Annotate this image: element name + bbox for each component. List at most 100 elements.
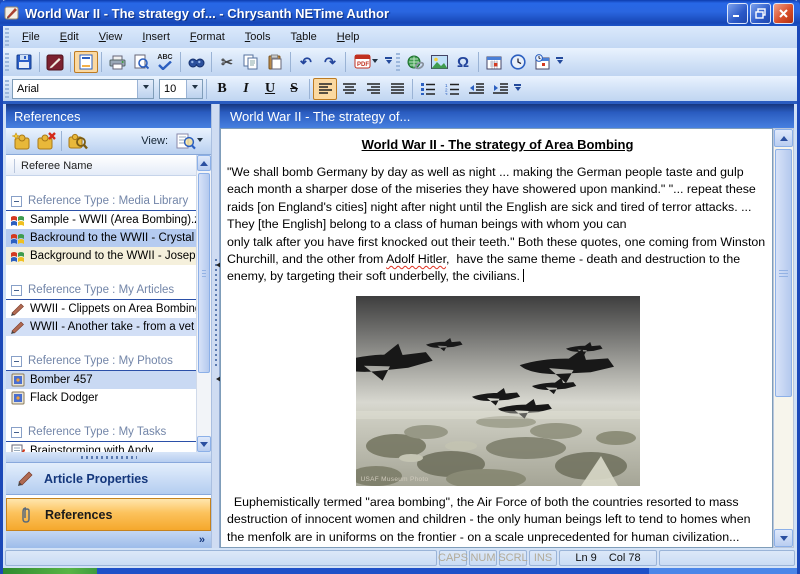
ins-indicator: INS: [529, 550, 557, 566]
delete-reference-button[interactable]: [34, 130, 58, 152]
paperclip-icon: [17, 506, 35, 524]
group-media-library[interactable]: Reference Type : Media Library: [6, 192, 196, 211]
toolbar-overflow-button[interactable]: [383, 51, 394, 73]
scrollbar-thumb[interactable]: [775, 149, 792, 397]
copy-button[interactable]: [239, 51, 263, 73]
decrease-indent-button[interactable]: [464, 78, 488, 100]
toolbar-overflow-button-2[interactable]: [554, 51, 565, 73]
reference-item[interactable]: WWII - Clippets on Area Bombing: [6, 300, 196, 318]
insert-symbol-button[interactable]: Ω: [451, 51, 475, 73]
insert-image-button[interactable]: [427, 51, 451, 73]
reference-item[interactable]: WWII - Another take - from a vet: [6, 318, 196, 336]
reference-item[interactable]: Brainstorming with Andy: [6, 442, 196, 452]
scrollbar-thumb[interactable]: [198, 173, 210, 373]
bullet-list-button[interactable]: [416, 78, 440, 100]
sidebar-splitter[interactable]: [6, 452, 211, 462]
bold-button[interactable]: B: [210, 78, 234, 100]
scroll-up-button[interactable]: [197, 155, 211, 171]
format-overflow-button[interactable]: [512, 78, 523, 100]
menu-help[interactable]: Help: [327, 29, 370, 45]
menu-view[interactable]: View: [89, 29, 133, 45]
undo-button[interactable]: ↶: [294, 51, 318, 73]
paste-button[interactable]: [263, 51, 287, 73]
bomber-photo[interactable]: USAF Museum Photo: [356, 296, 640, 486]
references-panel-button[interactable]: References: [6, 498, 211, 531]
spellcheck-button[interactable]: ABC: [153, 51, 177, 73]
scroll-down-button[interactable]: [197, 436, 211, 452]
reference-item[interactable]: Sample - WWII (Area Bombing).zip: [6, 211, 196, 229]
save-button[interactable]: [12, 51, 36, 73]
strikethrough-button[interactable]: S: [282, 78, 306, 100]
reference-item[interactable]: Flack Dodger: [6, 389, 196, 407]
font-size-dropdown[interactable]: [186, 80, 202, 98]
cut-button[interactable]: ✂: [215, 51, 239, 73]
align-right-button[interactable]: [361, 78, 385, 100]
numbered-list-button[interactable]: 123: [440, 78, 464, 100]
menu-table[interactable]: Table: [280, 29, 326, 45]
view-dropdown-caret: [197, 138, 203, 145]
toolbar-grip[interactable]: [5, 53, 9, 71]
menubar-grip[interactable]: [5, 28, 9, 46]
article-properties-panel-button[interactable]: Article Properties: [6, 462, 211, 495]
chevron-overflow-icon[interactable]: »: [199, 534, 205, 546]
increase-indent-button[interactable]: [488, 78, 512, 100]
menu-bar: File Edit View Insert Format Tools Table…: [3, 26, 797, 48]
insert-date-button[interactable]: [482, 51, 506, 73]
underline-button[interactable]: U: [258, 78, 282, 100]
document-editor[interactable]: World War II - The strategy of Area Bomb…: [220, 128, 773, 548]
reference-item[interactable]: Bomber 457: [6, 371, 196, 389]
menu-tools[interactable]: Tools: [235, 29, 281, 45]
font-size-value: 10: [160, 83, 186, 95]
align-justify-button[interactable]: [385, 78, 409, 100]
menu-file[interactable]: File: [12, 29, 50, 45]
toolbar-grip-2[interactable]: [396, 53, 400, 71]
app-icon: [4, 5, 20, 21]
font-name-combo[interactable]: Arial: [12, 79, 154, 99]
start-button-edge[interactable]: [3, 568, 97, 574]
new-reference-button[interactable]: [10, 130, 34, 152]
scroll-up-button[interactable]: [774, 129, 793, 147]
page-view-toggle[interactable]: [74, 51, 98, 73]
minimize-button[interactable]: [727, 3, 748, 24]
pane-splitter[interactable]: [211, 104, 220, 548]
text-cursor: [523, 269, 524, 282]
panel-overflow-strip[interactable]: »: [6, 531, 211, 548]
italic-button[interactable]: I: [234, 78, 258, 100]
menu-format[interactable]: Format: [180, 29, 235, 45]
menu-edit[interactable]: Edit: [50, 29, 89, 45]
referee-name-column-header[interactable]: Referee Name: [6, 155, 196, 176]
group-my-articles[interactable]: Reference Type : My Articles: [6, 281, 196, 300]
find-button[interactable]: [184, 51, 208, 73]
reference-tree: Reference Type : Media Library Sample - …: [6, 176, 196, 452]
font-size-combo[interactable]: 10: [159, 79, 203, 99]
insert-time-button[interactable]: [506, 51, 530, 73]
scroll-down-button[interactable]: [774, 529, 793, 547]
view-mode-button[interactable]: [171, 130, 207, 152]
document-scrollbar[interactable]: [773, 128, 794, 548]
redo-button[interactable]: ↷: [318, 51, 342, 73]
print-preview-button[interactable]: [129, 51, 153, 73]
group-my-photos[interactable]: Reference Type : My Photos: [6, 352, 196, 371]
close-button[interactable]: [773, 3, 794, 24]
font-name-dropdown[interactable]: [137, 80, 153, 98]
restore-button[interactable]: [750, 3, 771, 24]
reference-item-selected[interactable]: Backround to the WWII - Crystal N: [6, 229, 196, 247]
collapse-icon[interactable]: [11, 196, 22, 207]
collapse-icon[interactable]: [11, 285, 22, 296]
new-article-button[interactable]: [43, 51, 67, 73]
insert-datetime-button[interactable]: [530, 51, 554, 73]
reference-item[interactable]: Background to the WWII - Joseph: [6, 247, 196, 265]
sidebar-scrollbar[interactable]: [196, 155, 211, 452]
export-pdf-button[interactable]: PDF: [349, 51, 383, 73]
print-button[interactable]: [105, 51, 129, 73]
align-left-button[interactable]: [313, 78, 337, 100]
collapse-icon[interactable]: [11, 356, 22, 367]
window-title: World War II - The strategy of... - Chry…: [25, 6, 727, 21]
format-grip[interactable]: [5, 80, 9, 98]
group-my-tasks[interactable]: Reference Type : My Tasks: [6, 423, 196, 442]
collapse-icon[interactable]: [11, 427, 22, 438]
align-center-button[interactable]: [337, 78, 361, 100]
menu-insert[interactable]: Insert: [132, 29, 180, 45]
insert-hyperlink-button[interactable]: [403, 51, 427, 73]
find-reference-button[interactable]: [65, 130, 89, 152]
